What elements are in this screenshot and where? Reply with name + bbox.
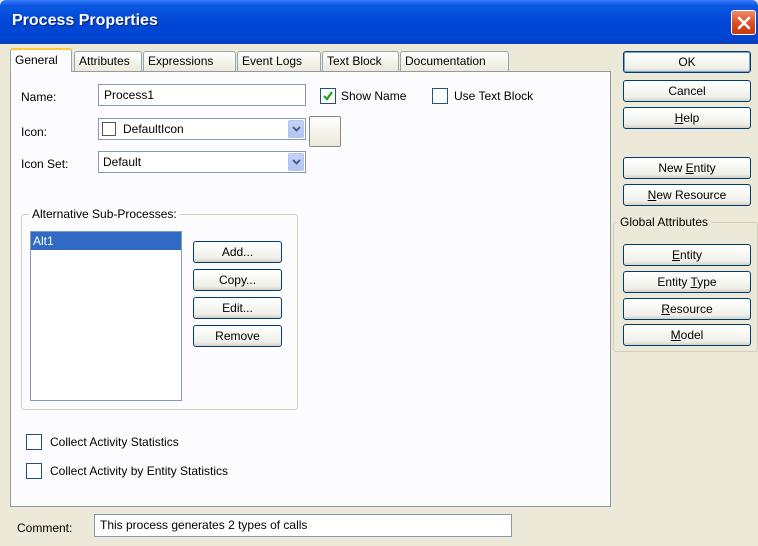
copy-button[interactable]: Copy...	[193, 269, 282, 291]
add-button[interactable]: Add...	[193, 241, 282, 263]
name-label: Name:	[21, 90, 57, 104]
icon-set-label: Icon Set:	[21, 157, 69, 171]
tab-label: Expressions	[148, 54, 214, 68]
collect-entity-label: Collect Activity by Entity Statistics	[50, 464, 229, 478]
new-resource-button[interactable]: New Resource	[623, 184, 751, 206]
comment-field[interactable]: This process generates 2 types of calls	[94, 514, 512, 537]
icon-swatch	[102, 122, 116, 136]
collect-activity-checkbox[interactable]	[26, 434, 42, 450]
general-tab-panel: Name: Process1 Show Name Use Text Block …	[10, 71, 611, 507]
resource-button[interactable]: Resource	[623, 298, 751, 320]
ok-button[interactable]: OK	[623, 51, 751, 73]
model-button[interactable]: Model	[623, 324, 751, 346]
resource-label-post: esource	[669, 302, 713, 316]
window-title: Process Properties	[12, 12, 158, 29]
icon-select-value: DefaultIcon	[123, 122, 184, 136]
tab-label: Documentation	[405, 54, 486, 68]
icon-preview-button[interactable]	[309, 116, 341, 147]
entity-type-label-post: ype	[697, 275, 717, 289]
title-bar[interactable]: Process Properties	[0, 0, 758, 44]
tab-event-logs[interactable]: Event Logs	[237, 51, 321, 71]
tab-text-block[interactable]: Text Block	[322, 51, 399, 71]
help-label-post: elp	[683, 111, 700, 125]
chevron-down-icon	[291, 159, 301, 165]
icon-set-value: Default	[103, 155, 142, 169]
use-text-block-label: Use Text Block	[454, 89, 534, 103]
entity-mnemonic: E	[671, 248, 680, 262]
cancel-button[interactable]: Cancel	[623, 80, 751, 102]
comment-label: Comment:	[17, 521, 73, 535]
entity-label-post: ntity	[680, 248, 703, 262]
chevron-down-icon	[291, 126, 301, 132]
dropdown-button[interactable]	[288, 153, 304, 171]
show-name-label: Show Name	[341, 89, 407, 103]
new-entity-mnemonic: E	[685, 161, 694, 175]
close-button[interactable]	[731, 10, 756, 35]
icon-select[interactable]: DefaultIcon	[98, 118, 306, 140]
tab-label: Event Logs	[242, 54, 303, 68]
new-entity-label-post: ntity	[693, 161, 716, 175]
alternative-subprocesses-legend: Alternative Sub-Processes:	[29, 207, 180, 221]
resource-mnemonic: R	[661, 302, 670, 316]
tab-expressions[interactable]: Expressions	[143, 51, 236, 71]
edit-button[interactable]: Edit...	[193, 297, 282, 319]
global-attributes-legend: Global Attributes	[617, 215, 712, 229]
dropdown-button[interactable]	[288, 120, 304, 138]
new-entity-label-pre: New	[658, 161, 686, 175]
process-properties-dialog: Process Properties General Attributes Ex…	[0, 0, 758, 546]
tab-general[interactable]: General	[10, 48, 72, 72]
remove-button[interactable]: Remove	[193, 325, 282, 347]
tab-attributes[interactable]: Attributes	[74, 51, 142, 71]
icon-set-select[interactable]: Default	[98, 151, 306, 173]
alternatives-list[interactable]: Alt1	[30, 231, 182, 401]
tab-label: Attributes	[79, 54, 130, 68]
use-text-block-checkbox[interactable]	[432, 88, 448, 104]
show-name-checkbox[interactable]	[320, 88, 336, 104]
checkmark-icon	[323, 91, 333, 101]
name-field[interactable]: Process1	[98, 84, 306, 106]
tab-label: General	[15, 53, 58, 67]
entity-type-label-pre: Entity	[657, 275, 691, 289]
model-label-post: odel	[680, 328, 704, 342]
help-button[interactable]: Help	[623, 107, 751, 129]
collect-activity-label: Collect Activity Statistics	[50, 435, 179, 449]
new-entity-button[interactable]: New Entity	[623, 157, 751, 179]
collect-entity-checkbox[interactable]	[26, 463, 42, 479]
model-mnemonic: M	[670, 328, 681, 342]
new-resource-mnemonic: N	[647, 188, 657, 202]
tab-documentation[interactable]: Documentation	[400, 51, 509, 71]
entity-button[interactable]: Entity	[623, 244, 751, 266]
icon-label: Icon:	[21, 125, 48, 139]
close-icon	[737, 16, 750, 29]
tab-label: Text Block	[327, 54, 382, 68]
list-item[interactable]: Alt1	[31, 232, 181, 250]
entity-type-button[interactable]: Entity Type	[623, 271, 751, 293]
new-resource-label-post: ew Resource	[656, 188, 727, 202]
